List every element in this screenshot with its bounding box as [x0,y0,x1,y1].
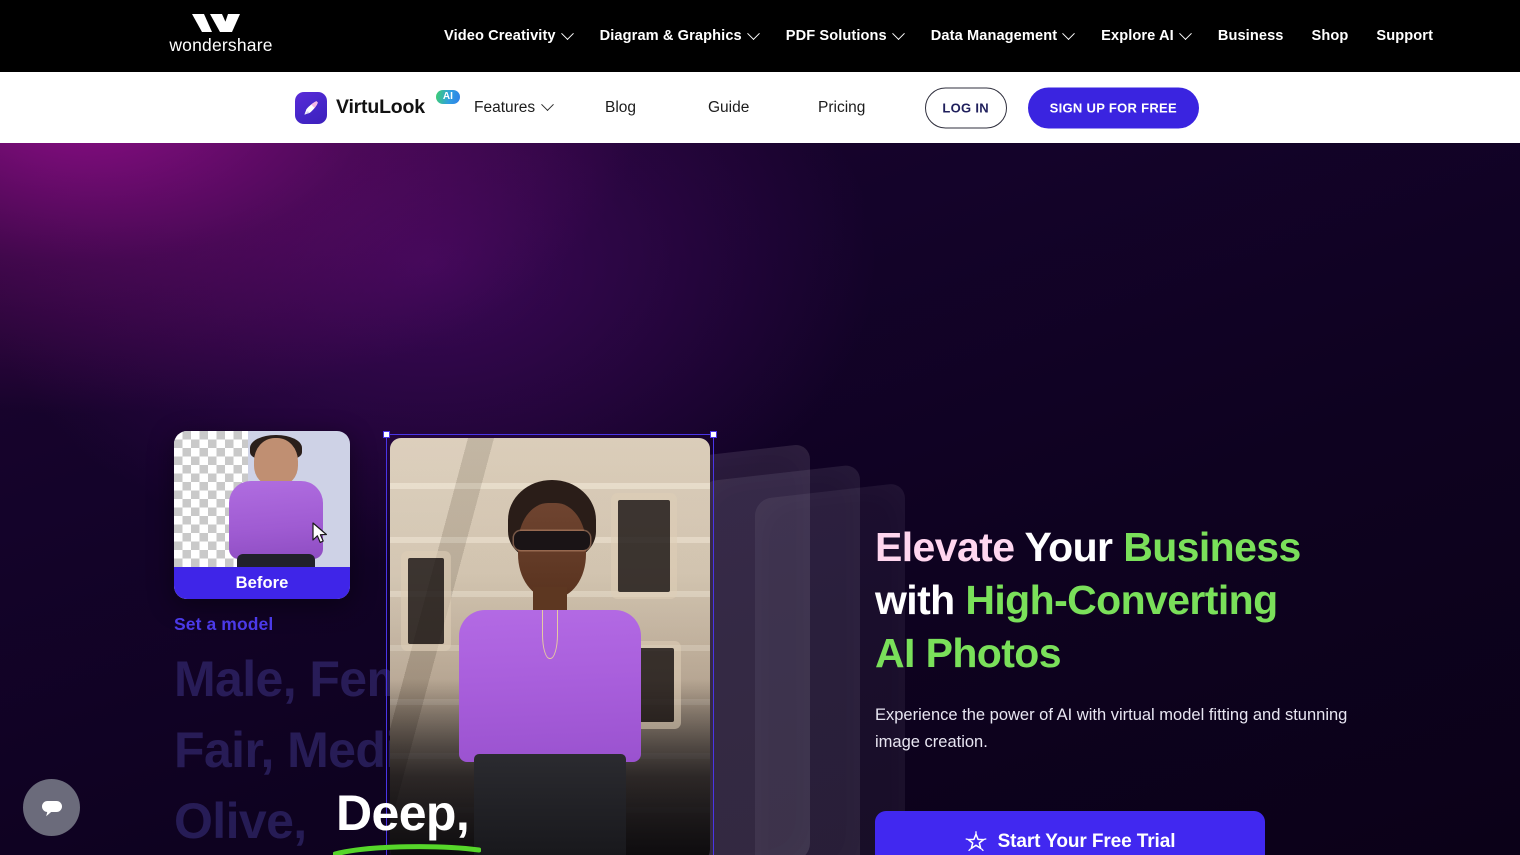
virtulook-logo[interactable]: VirtuLook AI [295,89,460,124]
top-nav-item-diagram-graphics[interactable]: Diagram & Graphics [586,0,772,72]
top-nav-label: PDF Solutions [785,28,887,44]
start-free-trial-button[interactable]: Start Your Free Trial [875,811,1265,855]
hero-subcopy: Experience the power of AI with virtual … [875,706,1348,751]
top-nav-label: Video Creativity [444,28,556,44]
green-underline-icon [333,844,481,855]
resize-handle-top-left[interactable] [383,431,390,438]
product-nav-label: Blog [605,98,637,116]
top-nav-item-support[interactable]: Support [1362,0,1447,72]
top-nav-item-pdf-solutions[interactable]: PDF Solutions [772,0,917,72]
top-nav-label: Explore AI [1101,28,1174,44]
virtulook-wordmark: VirtuLook [336,95,425,118]
top-nav-item-video-creativity[interactable]: Video Creativity [444,0,586,72]
ai-badge: AI [435,89,460,104]
top-nav-label: Diagram & Graphics [599,28,742,44]
top-nav-label: Shop [1311,28,1349,44]
headline-part-b: Your [1024,524,1124,570]
hero-copy: Elevate Your Business with High-Converti… [875,521,1355,855]
top-nav-item-explore-ai[interactable]: Explore AI [1087,0,1204,72]
mouse-pointer-icon [312,522,327,543]
top-nav: Video Creativity Diagram & Graphics PDF … [444,0,1447,72]
log-in-button[interactable]: LOG IN [924,87,1007,128]
wondershare-w-mark-icon [192,14,240,32]
chevron-down-icon [891,26,905,40]
chevron-down-icon [746,26,760,40]
headline-line3-c: AI Photos [875,630,1062,676]
sparkle-star-icon [965,831,987,852]
before-label: Before [174,567,350,599]
wondershare-wordmark: wondershare [169,35,273,55]
page-title: Elevate Your Business with High-Converti… [875,521,1355,680]
product-nav-label: Guide [708,98,750,116]
product-nav-bar: VirtuLook AI Features Blog Guide Pricing… [0,72,1520,143]
highlight-word: Deep, [336,785,470,841]
product-nav-label: Features [474,98,536,116]
chevron-down-icon [1178,26,1192,40]
auth-actions: LOG IN SIGN UP FOR FREE [924,87,1199,128]
wondershare-top-bar: wondershare Video Creativity Diagram & G… [0,0,1520,72]
chat-widget-button[interactable] [23,779,80,836]
top-nav-item-shop[interactable]: Shop [1298,0,1363,72]
cta-label: Start Your Free Trial [997,831,1176,852]
chevron-down-icon [541,98,555,112]
headline-part-a: Elevate [875,524,1025,570]
product-nav-item-guide[interactable]: Guide [708,72,818,143]
virtulook-feather-icon [295,91,327,124]
chevron-down-icon [1062,26,1076,40]
headline-line2-c: High-Converting [965,577,1278,623]
highlight-word-group: Deep, [333,785,481,855]
top-nav-label: Data Management [930,28,1058,44]
product-nav-item-blog[interactable]: Blog [605,72,708,143]
top-nav-label: Business [1217,28,1284,44]
product-nav-item-features[interactable]: Features [474,72,605,143]
before-preview-card[interactable]: Before [174,431,350,599]
hero-section: Before Set a model Male, Female, Fair, M… [0,143,1520,855]
headline-line2-b: with [875,577,966,623]
set-a-model-label: Set a model [174,614,274,634]
headline-part-c: Business [1123,524,1301,570]
wondershare-logo[interactable]: wondershare [167,12,275,60]
top-nav-label: Support [1376,28,1434,44]
resize-handle-top-right[interactable] [710,431,717,438]
product-nav-label: Pricing [818,98,866,116]
top-nav-item-data-management[interactable]: Data Management [917,0,1087,72]
product-nav: Features Blog Guide Pricing [474,72,865,143]
chevron-down-icon [560,26,574,40]
top-nav-item-business[interactable]: Business [1204,0,1298,72]
sign-up-free-button[interactable]: SIGN UP FOR FREE [1027,87,1199,128]
product-nav-item-pricing[interactable]: Pricing [818,72,865,143]
chat-bubble-icon [41,800,62,816]
